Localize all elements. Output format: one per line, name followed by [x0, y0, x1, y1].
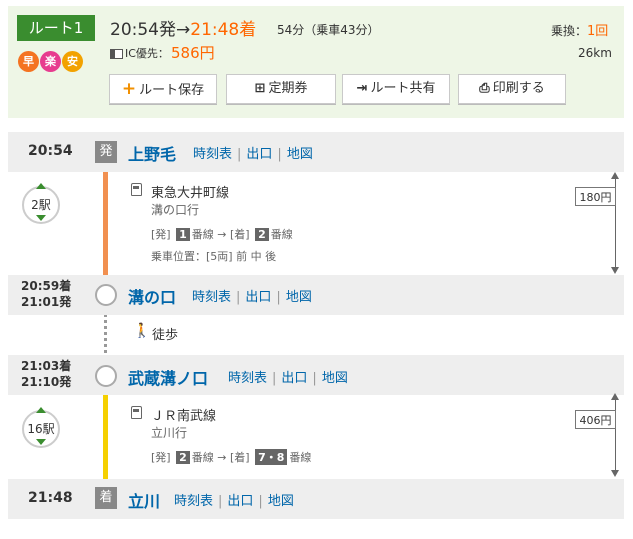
commuter-pass-button[interactable]: ⊞ 定期券	[226, 74, 336, 104]
route-label[interactable]: ルート1	[17, 15, 95, 41]
walk-icon: 🚶	[133, 323, 151, 339]
transfer-count: 乗換：1回	[551, 24, 609, 39]
arrow-down-icon	[611, 267, 619, 274]
station-name[interactable]: 溝の口	[128, 284, 176, 308]
printer-icon: ⎙	[479, 81, 490, 96]
fast-icon: 早	[18, 51, 39, 72]
track-info: [発] 1 番線 → [着] 2 番線	[151, 228, 293, 241]
triangle-down-icon	[36, 215, 46, 221]
timetable-link[interactable]: 時刻表	[192, 290, 231, 305]
exit-link[interactable]: 出口	[245, 290, 271, 305]
station-links: 時刻表 | 出口 | 地図	[174, 494, 294, 509]
exit-link[interactable]: 出口	[227, 494, 253, 509]
segment-fare: 406円	[575, 410, 616, 429]
share-route-button[interactable]: ⇥ ルート共有	[342, 74, 450, 104]
stop-times: 21:03着 21:10発	[21, 359, 72, 389]
transfer-circle	[95, 284, 117, 306]
stop-time: 20:54	[28, 143, 73, 159]
track-info: [発] 2 番線 → [着] 7・8 番線	[151, 449, 312, 465]
segment-fare: 180円	[575, 187, 616, 206]
destination: 立川行	[151, 426, 188, 440]
route-badges: 早楽安	[18, 50, 84, 72]
arrow-up-icon	[611, 172, 619, 179]
arrow-up-icon	[611, 393, 619, 400]
station-name[interactable]: 上野毛	[128, 141, 176, 165]
stop-time: 21:48	[28, 490, 73, 506]
walk-label: 徒歩	[152, 328, 179, 343]
map-link[interactable]: 地図	[268, 494, 294, 509]
train-icon	[131, 406, 142, 419]
arrow-icon: →	[176, 20, 191, 40]
line-name[interactable]: 東急大井町線	[151, 182, 229, 201]
departure-time: 20:54発	[110, 20, 176, 40]
station-links: 時刻表 | 出口 | 地図	[193, 147, 313, 162]
station-name[interactable]: 立川	[128, 488, 160, 512]
transfer-circle	[95, 365, 117, 387]
ic-fare-label: IC優先：	[110, 45, 169, 61]
route-line-orange	[103, 162, 108, 284]
pass-icon: ⊞	[254, 81, 266, 96]
triangle-up-icon	[36, 183, 46, 189]
map-link[interactable]: 地図	[287, 147, 313, 162]
ic-card-icon	[110, 49, 123, 59]
destination: 溝の口行	[151, 203, 200, 217]
depart-tag: 発	[95, 141, 117, 163]
boarding-position: 乗車位置：[5両] 前 中 後	[151, 250, 277, 263]
share-icon: ⇥	[356, 81, 368, 96]
station-links: 時刻表 | 出口 | 地図	[228, 371, 348, 386]
arrive-tag: 着	[95, 487, 117, 509]
exit-link[interactable]: 出口	[281, 371, 307, 386]
map-link[interactable]: 地図	[322, 371, 348, 386]
arrow-down-icon	[611, 470, 619, 477]
departure-arrival: 20:54発→21:48着	[110, 15, 256, 40]
train-icon	[131, 183, 142, 196]
easy-icon: 楽	[40, 51, 61, 72]
line-name[interactable]: ＪＲ南武線	[151, 405, 216, 424]
triangle-up-icon	[36, 407, 46, 413]
duration: 54分（乗車43分）	[277, 23, 380, 37]
distance: 26km	[578, 46, 612, 60]
print-button[interactable]: ⎙ 印刷する	[458, 74, 566, 104]
arrival-time: 21:48着	[190, 20, 257, 40]
timetable-link[interactable]: 時刻表	[174, 494, 213, 509]
triangle-down-icon	[36, 439, 46, 445]
exit-link[interactable]: 出口	[246, 147, 272, 162]
station-links: 時刻表 | 出口 | 地図	[192, 290, 312, 305]
plus-icon: +	[121, 79, 137, 99]
timetable-link[interactable]: 時刻表	[193, 147, 232, 162]
save-route-button[interactable]: + ルート保存	[109, 74, 217, 104]
total-fare: 586円	[171, 44, 215, 62]
map-link[interactable]: 地図	[286, 290, 312, 305]
stop-times: 20:59着 21:01発	[21, 279, 72, 309]
station-name[interactable]: 武蔵溝ノ口	[128, 365, 208, 389]
cheap-icon: 安	[62, 51, 83, 72]
timetable-link[interactable]: 時刻表	[228, 371, 267, 386]
